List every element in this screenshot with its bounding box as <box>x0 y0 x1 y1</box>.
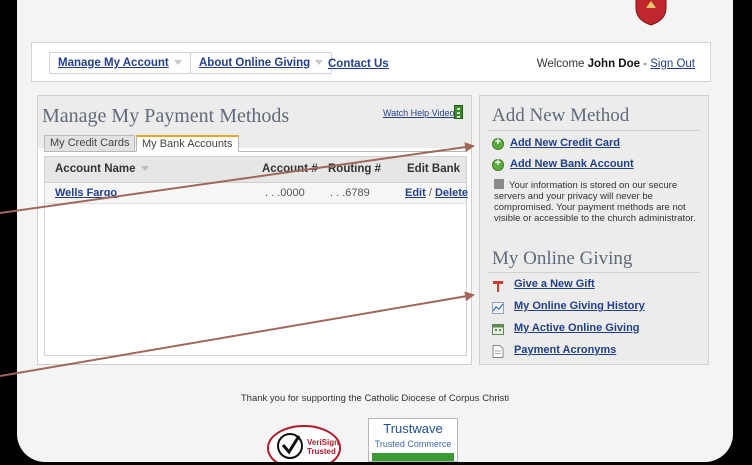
tab-divider <box>44 151 467 152</box>
verisign-seal[interactable]: VeriSign Trusted <box>266 414 344 462</box>
column-edit-bank: Edit Bank <box>407 163 461 175</box>
account-number-value: . . .0000 <box>265 187 305 199</box>
row-actions: Edit / Delete <box>405 187 468 199</box>
about-online-giving-menu[interactable]: About Online Giving <box>190 52 333 74</box>
column-account-name-label: Account Name <box>55 163 136 175</box>
privacy-note-text: Your information is stored on our secure… <box>494 180 696 224</box>
chevron-down-icon <box>315 60 324 66</box>
verisign-trusted-text: Trusted <box>307 447 336 456</box>
column-account-number: Account # <box>262 163 318 175</box>
sign-out-link[interactable]: Sign Out <box>650 58 695 70</box>
browser-content: Manage My Account About Online Giving Co… <box>17 0 733 462</box>
verisign-text: VeriSign <box>307 438 339 447</box>
lock-icon <box>494 179 504 189</box>
account-name-link[interactable]: Wells Fargo <box>55 187 117 199</box>
table-row: Wells Fargo . . .0000 . . .6789 Edit / D… <box>45 183 468 204</box>
chevron-down-icon <box>173 60 182 66</box>
gift-icon <box>492 279 504 292</box>
welcome-separator: - <box>640 58 651 70</box>
watch-help-video-link[interactable]: Watch Help Video! <box>383 108 457 118</box>
giving-history-link[interactable]: My Online Giving History <box>514 300 645 312</box>
delete-link[interactable]: Delete <box>435 187 468 199</box>
add-new-method-title: Add New Method <box>492 105 630 126</box>
document-icon <box>492 345 504 358</box>
payment-methods-panel: Manage My Payment Methods Watch Help Vid… <box>37 95 472 365</box>
action-separator: / <box>428 187 432 199</box>
my-online-giving-title: My Online Giving <box>492 248 633 269</box>
top-nav-bar: Manage My Account About Online Giving Co… <box>31 42 711 82</box>
user-name: John Doe <box>587 58 641 70</box>
bank-accounts-table: Account Name Account # Routing # Edit Ba… <box>44 156 468 356</box>
trustwave-bar <box>372 453 454 461</box>
trustwave-subtitle: Trusted Commerce <box>374 439 452 449</box>
active-giving-link[interactable]: My Active Online Giving <box>514 322 640 334</box>
privacy-note: Your information is stored on our secure… <box>494 179 699 224</box>
add-circle-icon <box>492 136 504 150</box>
welcome-prefix: Welcome <box>536 58 588 70</box>
contact-us-link[interactable]: Contact Us <box>328 58 389 70</box>
trustwave-brand: Trustwave <box>383 421 443 436</box>
manage-account-menu[interactable]: Manage My Account <box>49 52 191 74</box>
routing-number-value: . . .6789 <box>330 187 370 199</box>
give-new-gift-link[interactable]: Give a New Gift <box>514 278 595 290</box>
payment-acronyms-link[interactable]: Payment Acronyms <box>514 344 616 356</box>
section-divider <box>488 272 700 273</box>
welcome-text: Welcome John Doe - Sign Out <box>537 58 695 70</box>
tab-bank-accounts[interactable]: My Bank Accounts <box>136 135 239 152</box>
diocese-logo <box>634 0 668 26</box>
calendar-icon <box>492 322 504 335</box>
sidebar-panel: Add New Method Add New Credit Card Add N… <box>479 95 709 365</box>
tab-credit-cards[interactable]: My Credit Cards <box>44 135 136 152</box>
video-film-icon[interactable] <box>454 105 463 119</box>
page-title: Manage My Payment Methods <box>42 105 290 127</box>
column-account-name[interactable]: Account Name <box>55 163 149 175</box>
add-credit-card-link[interactable]: Add New Credit Card <box>510 137 620 149</box>
table-header: Account Name Account # Routing # Edit Ba… <box>45 157 466 183</box>
add-bank-account-link[interactable]: Add New Bank Account <box>510 158 634 170</box>
sort-down-icon <box>140 166 149 172</box>
add-circle-icon <box>492 157 504 171</box>
history-chart-icon <box>492 301 504 314</box>
trustwave-seal[interactable]: Trustwave Trusted Commerce <box>368 418 458 462</box>
column-routing-number: Routing # <box>328 163 382 175</box>
footer-thanks: Thank you for supporting the Catholic Di… <box>240 393 510 404</box>
about-online-giving-label: About Online Giving <box>199 57 311 69</box>
section-divider <box>488 130 700 131</box>
manage-account-label: Manage My Account <box>58 57 169 69</box>
edit-link[interactable]: Edit <box>405 187 426 199</box>
top-strip <box>17 0 733 30</box>
